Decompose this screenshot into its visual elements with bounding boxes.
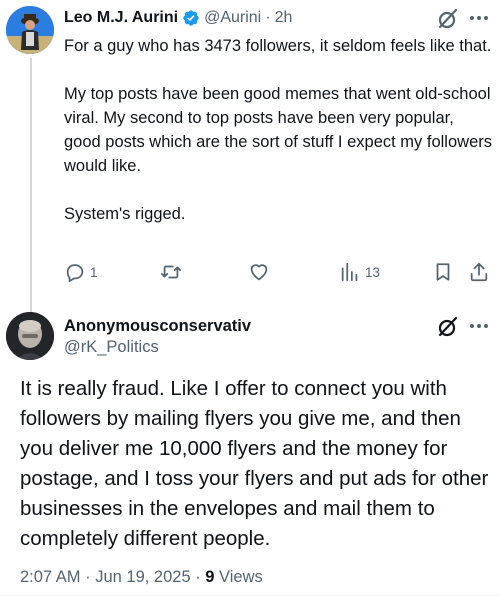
share-button[interactable]: [468, 259, 490, 285]
like-button[interactable]: [248, 259, 270, 285]
parent-post[interactable]: Leo M.J. Aurini @Aurini · 2h For a guy w…: [0, 0, 500, 312]
views-button[interactable]: 13: [339, 259, 380, 285]
post-header: Leo M.J. Aurini @Aurini · 2h: [64, 7, 292, 29]
views-icon: [341, 262, 358, 282]
views-count: 13: [365, 264, 381, 280]
reply-icon: [66, 264, 84, 283]
focused-reply-post: Anonymousconservativ @rK_Politics It is …: [0, 300, 500, 596]
bookmark-button[interactable]: [432, 259, 454, 285]
author-handle[interactable]: @Aurini: [204, 9, 261, 27]
post-meta: 2:07 AM · Jun 19, 2025 · 9 Views: [20, 568, 263, 587]
bookmark-icon: [436, 263, 450, 281]
thread-connector-line: [30, 58, 32, 312]
like-icon: [250, 264, 268, 281]
repost-icon: [160, 265, 182, 279]
post-text: For a guy who has 3473 followers, it sel…: [64, 37, 492, 223]
grok-icon[interactable]: [435, 314, 461, 340]
avatar[interactable]: [6, 6, 54, 54]
reply-count: 1: [90, 264, 98, 280]
separator-dot: ·: [265, 9, 271, 26]
post-text: It is really fraud. Like I offer to conn…: [20, 377, 489, 550]
verified-badge-icon: [182, 9, 200, 27]
post-actions: 1 13: [64, 259, 496, 285]
author-name[interactable]: Anonymousconservativ: [64, 317, 251, 336]
author-handle[interactable]: @rK_Politics: [64, 338, 159, 357]
repost-button[interactable]: [160, 259, 182, 285]
more-icon[interactable]: [466, 5, 492, 31]
grok-icon[interactable]: [435, 6, 461, 32]
author-name[interactable]: Leo M.J. Aurini: [64, 9, 178, 27]
avatar[interactable]: [6, 312, 54, 360]
more-icon[interactable]: [466, 313, 492, 339]
post-timestamp[interactable]: 2:07 AM · Jun 19, 2025 ·: [20, 568, 205, 586]
reply-button[interactable]: 1: [64, 259, 98, 285]
post-time[interactable]: 2h: [275, 9, 293, 27]
views-label: Views: [214, 568, 263, 586]
share-icon: [470, 262, 488, 282]
